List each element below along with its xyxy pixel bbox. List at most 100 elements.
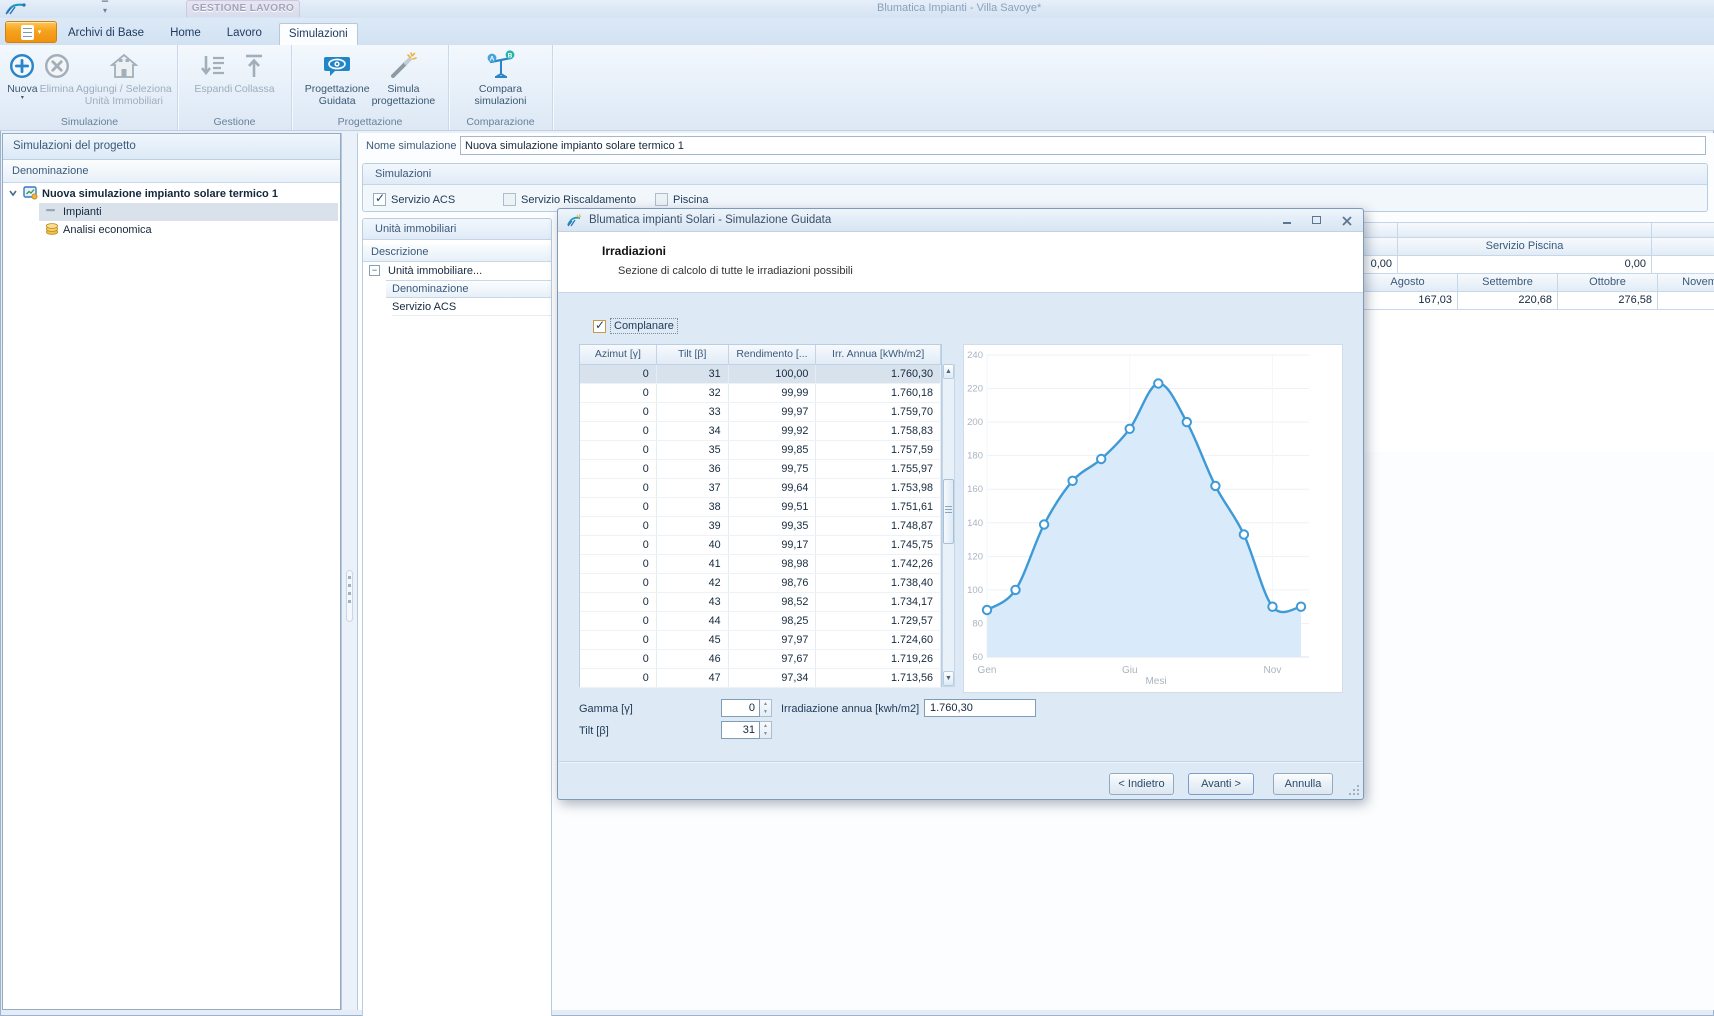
table-cell: 0 (580, 612, 657, 630)
tree-item-nuova-simulazione-impianto-solare-termico-1[interactable]: Nuova simulazione impianto solare termic… (3, 185, 340, 203)
column-header-rendimento[interactable]: Rendimento [... (729, 345, 817, 364)
resize-grip[interactable] (1346, 782, 1359, 795)
table-row[interactable]: 03999,351.748,87 (580, 517, 941, 536)
splitter-grip[interactable] (346, 570, 353, 622)
table-cell: 41 (657, 555, 729, 573)
table-row[interactable]: 04697,671.719,26 (580, 650, 941, 669)
tab-archivi-di-base[interactable]: Archivi di Base (59, 23, 153, 45)
tilt-spinner[interactable]: ▲▼ (760, 721, 772, 739)
servizio-piscina-header[interactable]: Servizio Piscina (1398, 238, 1652, 256)
ribbon: Nuova▾EliminaAggiungi / SelezionaUnità I… (0, 45, 1714, 131)
wand-icon (387, 49, 419, 83)
table-cell: 32 (657, 384, 729, 402)
maximize-button[interactable] (1309, 214, 1324, 227)
step-subtitle: Sezione di calcolo di tutte le irradiazi… (618, 265, 853, 277)
table-row[interactable]: 03899,511.751,61 (580, 498, 941, 517)
table-row[interactable]: 03699,751.755,97 (580, 460, 941, 479)
table-cell: 1.713,56 (816, 669, 941, 687)
elimina-button: Elimina (40, 47, 74, 95)
column-header-tilt[interactable]: Tilt [β] (657, 345, 729, 364)
quick-access-dropdown-icon[interactable]: ▔▾ (98, 3, 112, 15)
servizio-acs-row[interactable]: Servizio ACS (392, 298, 551, 316)
chevron-down-icon: ▾ (38, 28, 42, 36)
table-row[interactable]: 04797,341.713,56 (580, 669, 941, 688)
table-scrollbar[interactable]: ▲ ▼ (942, 364, 955, 687)
svg-text:80: 80 (972, 618, 983, 629)
tree-item-analisi-economica[interactable]: Analisi economica (3, 221, 340, 239)
table-row[interactable]: 031100,001.760,30 (580, 365, 941, 384)
progettazione-guidata-button[interactable]: ProgettazioneGuidata (305, 47, 370, 107)
table-row[interactable]: 03499,921.758,83 (580, 422, 941, 441)
month-column-header[interactable]: Novembre (1658, 274, 1714, 292)
table-cell: 0 (580, 669, 657, 687)
month-column-header[interactable]: Agosto (1358, 274, 1458, 292)
checkbox-icon[interactable] (655, 193, 668, 206)
table-row[interactable]: 04597,971.724,60 (580, 631, 941, 650)
ribbon-group-progettazione: ProgettazioneGuidataSimulaprogettazioneP… (292, 45, 449, 130)
compara-simulazioni-button[interactable]: ABComparasimulazioni (475, 47, 527, 107)
table-row[interactable]: 04398,521.734,17 (580, 593, 941, 612)
checkbox-icon[interactable] (503, 193, 516, 206)
column-header-azimut[interactable]: Azimut [γ] (580, 345, 657, 364)
button-label: Aggiungi / Seleziona (76, 83, 172, 95)
column-header-irr-annua-kwh-m2[interactable]: Irr. Annua [kWh/m2] (816, 345, 941, 364)
table-row[interactable]: 04298,761.738,40 (580, 574, 941, 593)
denominazione-column-header[interactable]: Denominazione (386, 280, 551, 298)
table-cell: 1.724,60 (816, 631, 941, 649)
simulation-name-input[interactable] (460, 136, 1706, 155)
button-label: Guidata (319, 95, 356, 107)
collapse-box-icon[interactable]: − (369, 265, 380, 276)
table-cell: 1.719,26 (816, 650, 941, 668)
cancel-button[interactable]: Annulla (1273, 773, 1333, 795)
checkbox-piscina[interactable]: Piscina (655, 193, 708, 206)
tab-simulazioni[interactable]: Simulazioni (279, 23, 358, 45)
table-row[interactable]: 03399,971.759,70 (580, 403, 941, 422)
project-simulations-panel: Simulazioni del progetto Denominazione N… (2, 133, 341, 1010)
table-row[interactable]: 03799,641.753,98 (580, 479, 941, 498)
unita-immobiliare-row[interactable]: − Unità immobiliare... (363, 262, 551, 280)
checkbox-icon[interactable] (593, 320, 606, 333)
month-value-cell: 276,58 (1558, 292, 1658, 310)
table-row[interactable]: 04198,981.742,26 (580, 555, 941, 574)
next-button[interactable]: Avanti > (1188, 773, 1254, 795)
complanare-checkbox[interactable]: Complanare (593, 319, 677, 333)
close-button[interactable] (1339, 214, 1354, 227)
ribbon-group-gestione: EspandiCollassaGestione (178, 45, 292, 130)
dialog-title-bar[interactable]: Blumatica impianti Solari - Simulazione … (558, 209, 1363, 232)
minimize-button[interactable] (1279, 214, 1294, 227)
tree-column-header[interactable]: Denominazione (3, 160, 340, 183)
table-cell: 99,97 (729, 403, 817, 421)
irradiation-table[interactable]: Azimut [γ]Tilt [β]Rendimento [...Irr. An… (579, 344, 942, 687)
table-row[interactable]: 03599,851.757,59 (580, 441, 941, 460)
table-cell: 0 (580, 422, 657, 440)
table-row[interactable]: 04099,171.745,75 (580, 536, 941, 555)
table-cell: 1.745,75 (816, 536, 941, 554)
simulazioni-groupbox: Simulazioni Servizio ACSServizio Riscald… (362, 163, 1708, 212)
gamma-field[interactable]: 0 (721, 699, 760, 717)
checkbox-icon[interactable] (373, 193, 386, 206)
irradiazione-annua-field[interactable]: 1.760,30 (924, 699, 1036, 717)
checkbox-servizio-acs[interactable]: Servizio ACS (373, 193, 455, 206)
tree-item-impianti[interactable]: Impianti (3, 203, 340, 221)
table-row[interactable]: 04498,251.729,57 (580, 612, 941, 631)
collapse-icon (238, 49, 270, 83)
scrollbar-thumb[interactable] (943, 479, 954, 544)
descrizione-column-header[interactable]: Descrizione (363, 244, 551, 262)
month-column-header[interactable]: Settembre (1458, 274, 1558, 292)
group-header-cell (1652, 223, 1714, 238)
checkbox-servizio-riscaldamento[interactable]: Servizio Riscaldamento (503, 193, 636, 206)
gamma-spinner[interactable]: ▲▼ (760, 699, 772, 717)
month-column-header[interactable]: Ottobre (1558, 274, 1658, 292)
back-button[interactable]: < Indietro (1109, 773, 1174, 795)
app-menu-button[interactable]: ▾ (5, 21, 57, 43)
tab-lavoro[interactable]: Lavoro (218, 23, 271, 45)
nuova-button[interactable]: Nuova▾ (7, 47, 37, 101)
tilt-field[interactable]: 31 (721, 721, 760, 739)
svg-text:Mesi: Mesi (1145, 676, 1166, 687)
table-row[interactable]: 03299,991.760,18 (580, 384, 941, 403)
simula-progettazione-button[interactable]: Simulaprogettazione (372, 47, 436, 107)
scroll-up-icon[interactable]: ▲ (943, 364, 954, 379)
scroll-down-icon[interactable]: ▼ (943, 671, 954, 686)
vertical-splitter[interactable] (341, 133, 358, 1010)
tab-home[interactable]: Home (161, 23, 210, 45)
